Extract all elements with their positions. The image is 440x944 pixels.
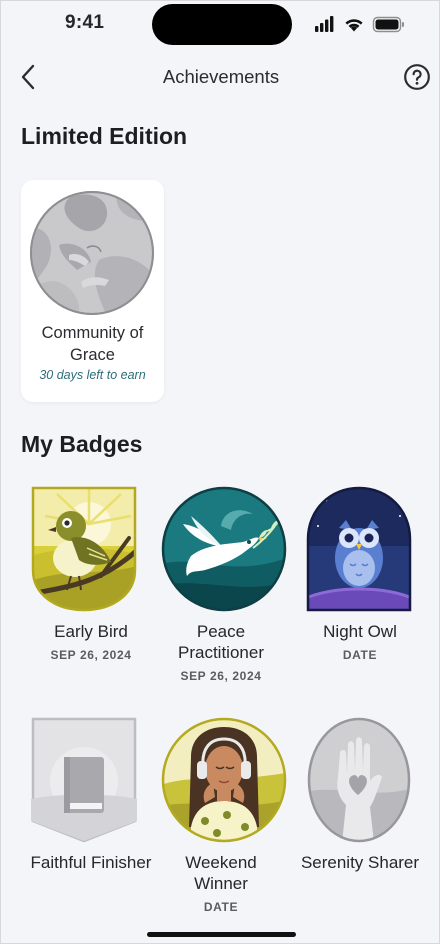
- status-icons: [315, 16, 404, 33]
- limited-edition-card[interactable]: Community of Grace 30 days left to earn: [21, 180, 164, 402]
- badge-name: Serenity Sharer: [300, 853, 420, 872]
- badge-date: DATE: [342, 648, 378, 662]
- status-bar: 9:41: [1, 1, 440, 51]
- night-owl-badge-icon: [306, 486, 412, 612]
- weekend-winner-badge-icon: [161, 717, 287, 843]
- badge-weekend-winner[interactable]: Weekend Winner DATE: [151, 717, 291, 917]
- nav-bar: Achievements: [1, 57, 440, 97]
- status-time: 9:41: [65, 12, 105, 33]
- badge-peace-practitioner[interactable]: Peace Practitioner SEP 26, 2024: [151, 486, 291, 686]
- badge-date: DATE: [203, 900, 239, 914]
- dynamic-island: [152, 4, 292, 45]
- phone-screen: 9:41 Achievements Limited Edition Commun…: [0, 0, 440, 944]
- badge-faithful-finisher[interactable]: Faithful Finisher: [21, 717, 161, 897]
- page-title: Achievements: [162, 66, 280, 87]
- limited-edition-heading: Limited Edition: [21, 123, 188, 149]
- community-of-grace-badge-icon: [30, 191, 154, 315]
- badge-early-bird[interactable]: Early Bird SEP 26, 2024: [21, 486, 161, 666]
- peace-dove-badge-icon: [161, 486, 287, 612]
- home-indicator: [147, 932, 296, 937]
- badge-serenity-sharer[interactable]: Serenity Sharer: [290, 717, 430, 897]
- help-circle-icon: [404, 64, 430, 90]
- serenity-sharer-badge-icon: [307, 717, 411, 843]
- limited-edition-name: Community of Grace: [41, 324, 144, 364]
- battery-icon: [372, 16, 404, 33]
- signal-icon: [315, 16, 334, 32]
- my-badges-heading: My Badges: [21, 431, 143, 457]
- faithful-finisher-badge-icon: [31, 717, 137, 843]
- early-bird-badge-icon: [31, 486, 137, 612]
- limited-edition-countdown: 30 days left to earn: [39, 368, 146, 382]
- help-button[interactable]: [403, 63, 431, 91]
- badge-name: Peace Practitioner: [178, 622, 264, 662]
- badge-night-owl[interactable]: Night Owl DATE: [290, 486, 430, 666]
- badge-date: SEP 26, 2024: [180, 669, 262, 683]
- wifi-icon: [345, 19, 363, 32]
- badge-name: Night Owl: [323, 622, 397, 641]
